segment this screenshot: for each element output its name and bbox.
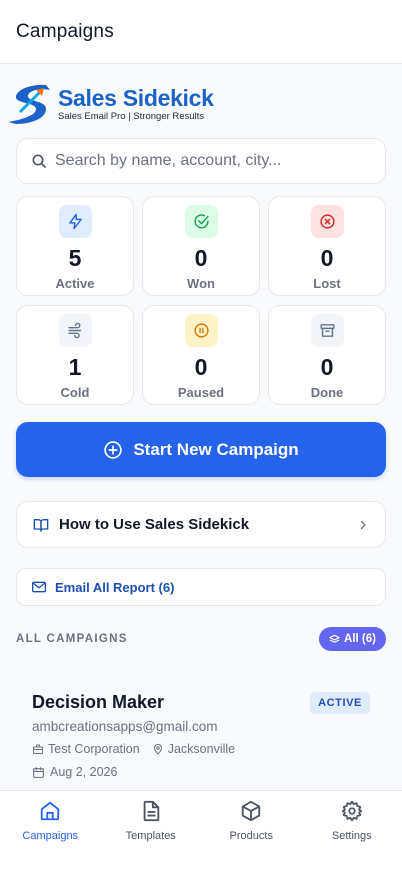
email-all-report-button[interactable]: Email All Report (6) xyxy=(16,568,386,606)
mail-icon xyxy=(32,581,46,593)
status-badge: ACTIVE xyxy=(310,692,370,714)
layers-icon xyxy=(329,634,340,643)
stat-icon-badge xyxy=(310,314,344,347)
tab-campaigns[interactable]: Campaigns xyxy=(0,791,101,874)
stats-grid: 5 Active 0 Won 0 Lost 1 Cold 0 Paused 0 … xyxy=(16,196,386,405)
campaign-card[interactable]: Decision Maker ACTIVE ambcreationsapps@g… xyxy=(16,672,386,790)
stat-icon-badge xyxy=(184,205,218,238)
campaign-date-row: Aug 2, 2026 xyxy=(32,765,117,779)
tab-templates[interactable]: Templates xyxy=(101,791,202,874)
stat-card-done[interactable]: 0 Done xyxy=(268,305,386,405)
building-icon xyxy=(33,744,43,754)
check-circle-icon xyxy=(193,214,209,229)
document-icon xyxy=(143,800,159,822)
pause-circle-icon xyxy=(193,323,209,338)
stat-value: 0 xyxy=(320,245,334,271)
campaign-city: Jacksonville xyxy=(167,742,236,756)
campaigns-section-header: ALL CAMPAIGNS All (6) xyxy=(16,626,386,652)
stat-label: Active xyxy=(55,276,95,291)
stat-card-paused[interactable]: 0 Paused xyxy=(142,305,260,405)
map-pin-icon xyxy=(153,744,162,755)
section-label: ALL CAMPAIGNS xyxy=(16,633,128,645)
start-new-campaign-label: Start New Campaign xyxy=(133,439,299,459)
stat-label: Cold xyxy=(60,385,90,400)
stat-label: Lost xyxy=(313,276,341,291)
chevron-right-icon xyxy=(360,520,366,529)
stat-card-lost[interactable]: 0 Lost xyxy=(268,196,386,296)
brand-tagline: Sales Email Pro | Stronger Results xyxy=(58,110,205,122)
how-to-use-button[interactable]: How to Use Sales Sidekick xyxy=(16,501,386,548)
search-bar[interactable] xyxy=(16,138,386,184)
archive-icon xyxy=(319,324,335,337)
tab-label: Campaigns xyxy=(22,830,79,842)
plus-circle-icon xyxy=(104,440,123,459)
home-icon xyxy=(41,801,60,821)
how-to-use-label: How to Use Sales Sidekick xyxy=(59,516,250,533)
tab-label: Settings xyxy=(331,830,372,842)
stat-label: Won xyxy=(187,276,215,291)
wind-icon xyxy=(67,322,81,339)
book-open-icon xyxy=(33,518,49,532)
search-icon xyxy=(32,154,46,168)
tab-label: Templates xyxy=(125,830,176,842)
campaign-meta: Test Corporation Jacksonville xyxy=(32,742,235,756)
tab-products[interactable]: Products xyxy=(201,791,302,874)
top-app-bar: Campaigns xyxy=(0,0,402,64)
box-icon xyxy=(242,800,261,822)
x-circle-icon xyxy=(319,214,335,229)
brand-logo: Sales Sidekick Sales Email Pro | Stronge… xyxy=(6,80,236,128)
stat-value: 0 xyxy=(194,245,208,271)
start-new-campaign-button[interactable]: Start New Campaign xyxy=(16,422,386,477)
stat-value: 0 xyxy=(194,354,208,380)
bottom-tab-bar: Campaigns Templates Products Settings xyxy=(0,790,402,874)
stat-value: 5 xyxy=(68,245,82,271)
gear-icon xyxy=(341,800,362,822)
stat-icon-badge xyxy=(58,314,92,347)
campaign-email: ambcreationsapps@gmail.com xyxy=(32,719,218,734)
stat-card-active[interactable]: 5 Active xyxy=(16,196,134,296)
bolt-icon xyxy=(68,213,82,230)
calendar-icon xyxy=(33,766,44,778)
search-input[interactable] xyxy=(55,152,375,170)
stat-label: Paused xyxy=(177,385,225,400)
tab-label: Products xyxy=(229,830,273,842)
email-all-report-label: Email All Report (6) xyxy=(55,579,175,595)
sales-sidekick-logo-icon xyxy=(8,84,50,124)
stat-value: 0 xyxy=(320,354,334,380)
stat-label: Done xyxy=(310,385,344,400)
stat-icon-badge xyxy=(184,314,218,347)
tab-settings[interactable]: Settings xyxy=(302,791,402,874)
campaign-date: Aug 2, 2026 xyxy=(50,765,118,779)
stat-value: 1 xyxy=(68,354,82,380)
page-title: Campaigns xyxy=(16,20,114,42)
stat-card-won[interactable]: 0 Won xyxy=(142,196,260,296)
stat-icon-badge xyxy=(310,205,344,238)
campaign-company: Test Corporation xyxy=(48,742,140,756)
filter-chip-label: All (6) xyxy=(344,633,376,645)
stat-card-cold[interactable]: 1 Cold xyxy=(16,305,134,405)
brand-name: Sales Sidekick xyxy=(58,84,214,111)
filter-chip-all[interactable]: All (6) xyxy=(319,627,386,651)
stat-icon-badge xyxy=(58,205,92,238)
campaign-name: Decision Maker xyxy=(32,692,165,712)
